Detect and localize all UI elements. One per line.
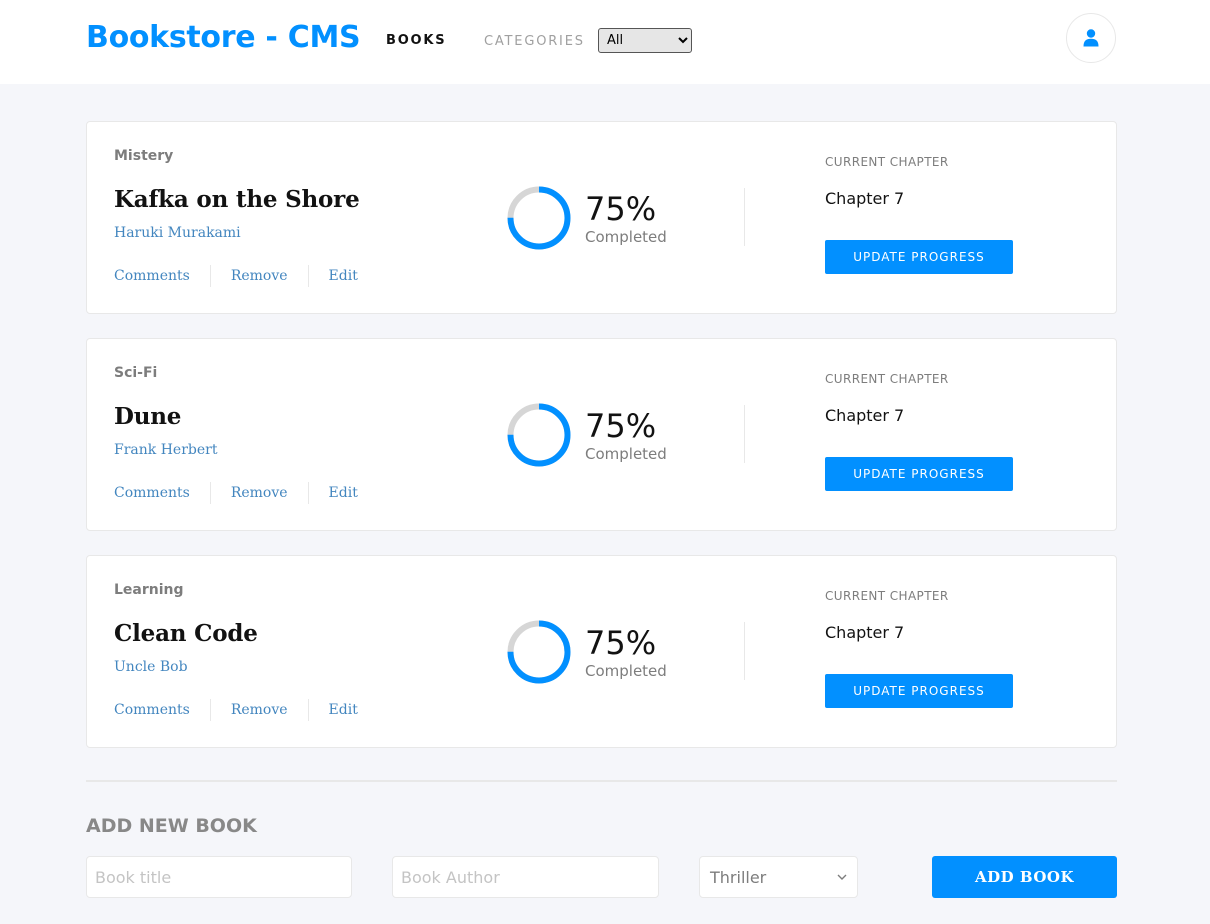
progress-ring xyxy=(507,403,571,467)
action-divider xyxy=(307,265,309,287)
action-divider xyxy=(209,699,211,721)
book-title: Kafka on the Shore xyxy=(114,186,360,213)
card-divider xyxy=(744,405,745,463)
book-actions: Comments Remove Edit xyxy=(114,481,358,505)
comments-button[interactable]: Comments xyxy=(114,485,190,501)
edit-button[interactable]: Edit xyxy=(329,485,358,501)
edit-button[interactable]: Edit xyxy=(329,702,358,718)
current-chapter-value: Chapter 7 xyxy=(825,623,905,642)
card-divider xyxy=(744,188,745,246)
book-actions: Comments Remove Edit xyxy=(114,264,358,288)
edit-button[interactable]: Edit xyxy=(329,268,358,284)
update-progress-button[interactable]: UPDATE PROGRESS xyxy=(825,240,1013,274)
nav-categories-link[interactable]: CATEGORIES xyxy=(484,34,585,49)
chevron-down-icon xyxy=(837,874,847,880)
add-book-button[interactable]: ADD BOOK xyxy=(932,856,1117,898)
add-book-heading: ADD NEW BOOK xyxy=(86,815,257,837)
book-title: Dune xyxy=(114,403,182,430)
book-card: Sci-Fi Dune Frank Herbert Comments Remov… xyxy=(86,338,1117,531)
progress-status: Completed xyxy=(585,228,667,246)
book-author[interactable]: Uncle Bob xyxy=(114,659,188,675)
book-genre: Mistery xyxy=(114,148,174,164)
current-chapter-label: CURRENT CHAPTER xyxy=(825,155,949,169)
genre-select-value: Thriller xyxy=(710,867,767,887)
comments-button[interactable]: Comments xyxy=(114,702,190,718)
progress-ring xyxy=(507,186,571,250)
action-divider xyxy=(307,699,309,721)
book-author[interactable]: Frank Herbert xyxy=(114,442,217,458)
action-divider xyxy=(209,482,211,504)
book-genre: Sci-Fi xyxy=(114,365,158,381)
user-avatar-button[interactable] xyxy=(1066,13,1116,63)
book-author[interactable]: Haruki Murakami xyxy=(114,225,241,241)
genre-select[interactable]: Thriller xyxy=(699,856,858,898)
remove-button[interactable]: Remove xyxy=(231,702,288,718)
current-chapter-label: CURRENT CHAPTER xyxy=(825,372,949,386)
user-icon xyxy=(1083,29,1099,47)
app-header: Bookstore - CMS BOOKS CATEGORIES All xyxy=(0,0,1210,84)
categories-select[interactable]: All xyxy=(598,28,692,53)
book-actions: Comments Remove Edit xyxy=(114,698,358,722)
brand-logo[interactable]: Bookstore - CMS xyxy=(86,20,361,55)
action-divider xyxy=(209,265,211,287)
progress-status: Completed xyxy=(585,662,667,680)
remove-button[interactable]: Remove xyxy=(231,268,288,284)
action-divider xyxy=(307,482,309,504)
current-chapter-label: CURRENT CHAPTER xyxy=(825,589,949,603)
card-divider xyxy=(744,622,745,680)
book-genre: Learning xyxy=(114,582,184,598)
comments-button[interactable]: Comments xyxy=(114,268,190,284)
book-card: Learning Clean Code Uncle Bob Comments R… xyxy=(86,555,1117,748)
book-title: Clean Code xyxy=(114,620,258,647)
section-divider xyxy=(86,780,1117,782)
book-card: Mistery Kafka on the Shore Haruki Muraka… xyxy=(86,121,1117,314)
book-title-input[interactable] xyxy=(86,856,352,898)
update-progress-button[interactable]: UPDATE PROGRESS xyxy=(825,457,1013,491)
progress-ring xyxy=(507,620,571,684)
progress-percent: 75% xyxy=(585,407,657,445)
progress-status: Completed xyxy=(585,445,667,463)
current-chapter-value: Chapter 7 xyxy=(825,189,905,208)
nav-books-link[interactable]: BOOKS xyxy=(386,33,446,48)
progress-percent: 75% xyxy=(585,624,657,662)
book-author-input[interactable] xyxy=(392,856,659,898)
remove-button[interactable]: Remove xyxy=(231,485,288,501)
current-chapter-value: Chapter 7 xyxy=(825,406,905,425)
progress-percent: 75% xyxy=(585,190,657,228)
update-progress-button[interactable]: UPDATE PROGRESS xyxy=(825,674,1013,708)
